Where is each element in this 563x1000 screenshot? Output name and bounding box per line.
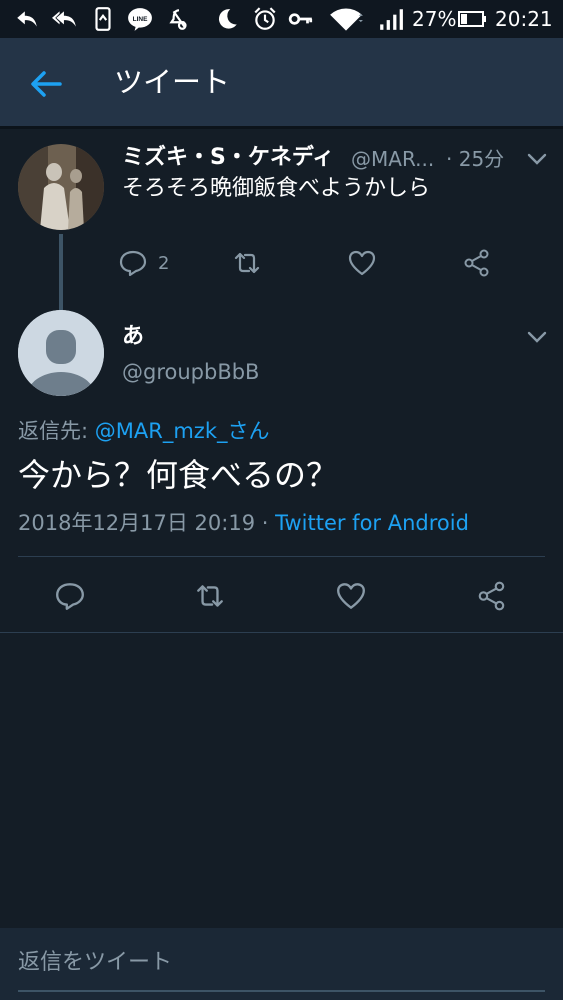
key-icon bbox=[288, 13, 313, 25]
share-icon[interactable] bbox=[462, 248, 492, 278]
wifi-icon bbox=[330, 8, 363, 31]
svg-text:LINE: LINE bbox=[133, 16, 148, 23]
parent-tweet-text: そろそろ晩御飯食べようかしら bbox=[122, 176, 431, 201]
tweet-meta: 2018年12月17日 20:19 · Twitter for Android bbox=[18, 508, 469, 538]
alarm-icon bbox=[254, 7, 276, 30]
signal-icon bbox=[380, 9, 403, 30]
phone-icon bbox=[95, 7, 111, 31]
chevron-down-icon[interactable] bbox=[526, 326, 548, 348]
thread-line bbox=[59, 234, 63, 310]
compose-underline bbox=[18, 990, 545, 992]
share-icon[interactable] bbox=[476, 580, 508, 612]
line-icon: LINE bbox=[128, 8, 152, 31]
reply-to-user-link[interactable]: @MAR_mzk_さん bbox=[95, 419, 270, 443]
main-tweet-text: 今から？何食べるの？ bbox=[18, 456, 339, 494]
moon-icon bbox=[218, 9, 237, 29]
back-arrow-icon[interactable] bbox=[26, 64, 66, 104]
reply-to-label: 返信先: bbox=[18, 419, 89, 443]
like-icon[interactable] bbox=[335, 580, 367, 612]
reply-count: 2 bbox=[158, 253, 170, 274]
battery-percent: 27% bbox=[412, 7, 457, 31]
reply-icon[interactable] bbox=[54, 580, 86, 612]
page-title: ツイート bbox=[114, 65, 231, 99]
reply-icon[interactable] bbox=[118, 248, 148, 278]
clock: 20:21 bbox=[495, 7, 553, 31]
reply-all-icon bbox=[52, 11, 76, 27]
reply-to-line: 返信先: @MAR_mzk_さん bbox=[18, 416, 269, 446]
divider bbox=[0, 632, 563, 633]
divider bbox=[18, 556, 545, 557]
parent-tweet-author-name[interactable]: ミズキ・S・ケネディ bbox=[122, 144, 334, 172]
reply-icon bbox=[17, 11, 37, 27]
parent-tweet-author-handle[interactable]: @MAR... bbox=[351, 146, 434, 172]
status-bar: LINE 27% 20:21 bbox=[0, 0, 563, 38]
mute-icon bbox=[169, 9, 187, 30]
app-bar: ツイート bbox=[0, 38, 563, 126]
app-bar-shadow bbox=[0, 126, 563, 129]
main-tweet-author-name[interactable]: あ bbox=[122, 322, 144, 352]
retweet-icon[interactable] bbox=[232, 248, 262, 278]
reply-compose-input[interactable]: 返信をツイート bbox=[18, 948, 172, 978]
battery-icon bbox=[458, 11, 486, 27]
retweet-icon[interactable] bbox=[194, 580, 226, 612]
parent-tweet-time: · 25分 bbox=[446, 147, 505, 171]
main-tweet-avatar[interactable] bbox=[18, 310, 104, 396]
chevron-down-icon[interactable] bbox=[526, 148, 548, 170]
tweet-datetime: 2018年12月17日 20:19 · bbox=[18, 511, 269, 535]
parent-tweet-avatar[interactable] bbox=[18, 144, 104, 230]
like-icon[interactable] bbox=[347, 248, 377, 278]
main-tweet-author-handle[interactable]: @groupbBbB bbox=[122, 358, 259, 386]
tweet-client-link[interactable]: Twitter for Android bbox=[275, 511, 469, 535]
